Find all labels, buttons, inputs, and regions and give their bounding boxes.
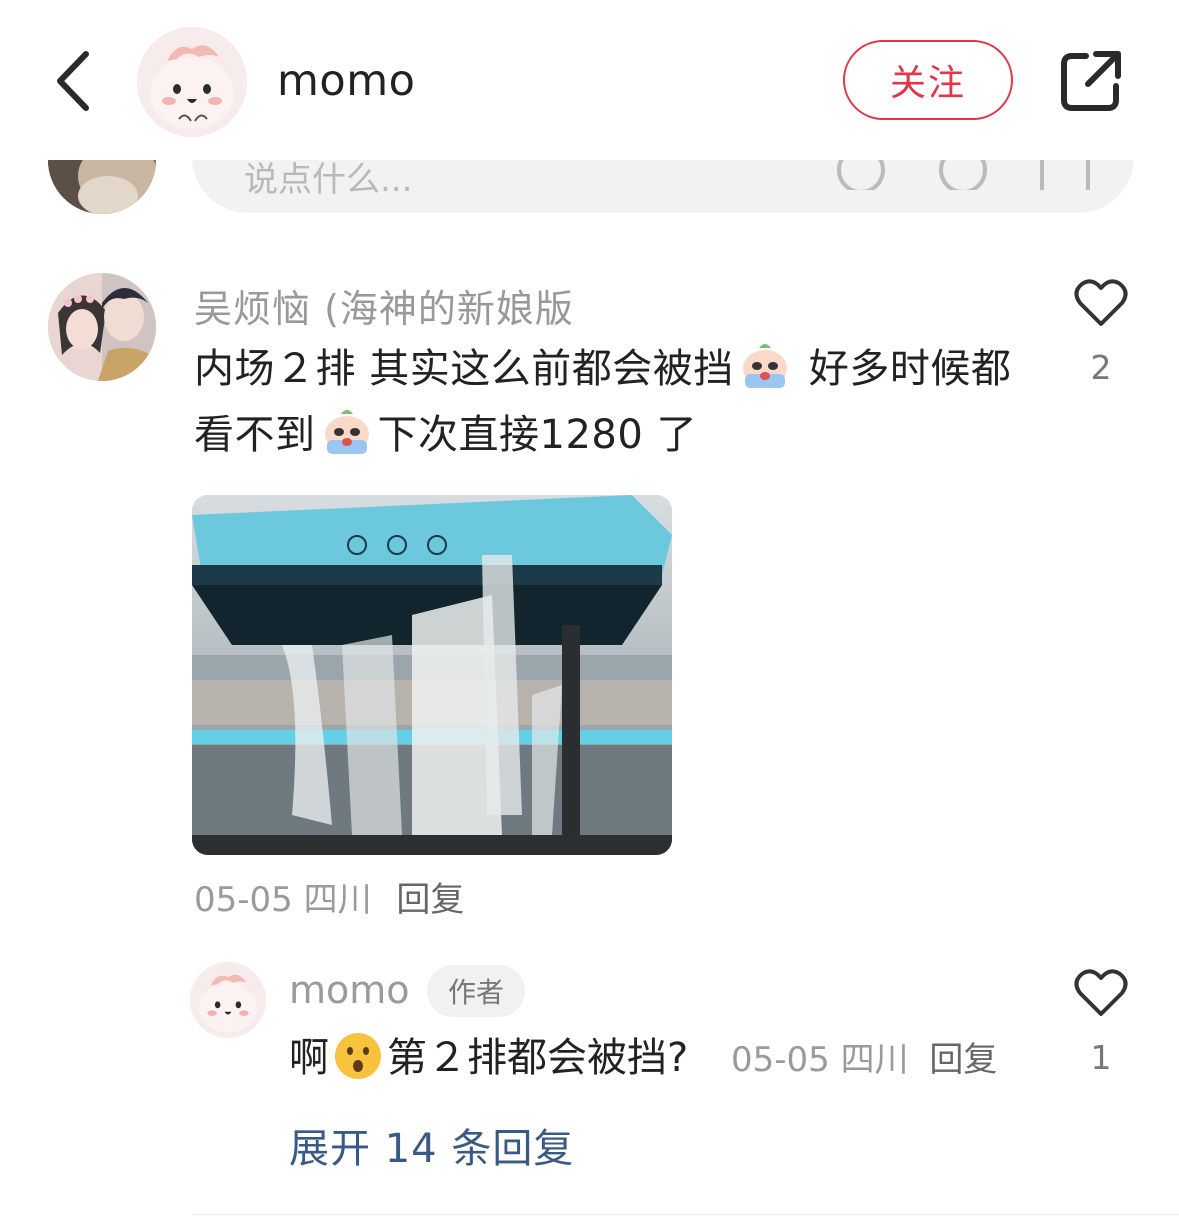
comment-text: 内场２排 其实这么前都会被挡 好多时候都看不到 下次直接1280 了	[194, 336, 1014, 468]
reply-like-button[interactable]	[1074, 968, 1128, 1018]
comment-photo[interactable]	[192, 495, 672, 855]
commenter-name[interactable]: 吴烦恼 (海神的新娘版	[194, 278, 574, 333]
author-name[interactable]: momo	[277, 56, 415, 106]
comment-date: 05-05	[194, 880, 293, 920]
chevron-left-icon	[57, 51, 89, 111]
reply-meta: 05-05 四川 回复	[731, 1040, 997, 1080]
heart-icon	[1074, 279, 1128, 326]
crying-emoji-icon	[319, 404, 375, 460]
shocked-face-emoji-icon	[333, 1031, 383, 1081]
crying-emoji-icon	[737, 338, 793, 394]
reply-text: 啊 第２排都会被挡? 05-05 四川 回复	[289, 1026, 997, 1092]
like-count: 2	[1090, 348, 1112, 387]
author-badge: 作者	[427, 965, 525, 1017]
follow-button[interactable]: 关注	[843, 40, 1013, 120]
reply-text-part: 第２排都会被挡?	[387, 1035, 689, 1081]
reply-author-name[interactable]: momo	[289, 968, 410, 1012]
comment-location: 四川	[303, 880, 372, 920]
author-avatar[interactable]	[137, 27, 247, 137]
comment-text-part: 下次直接1280 了	[377, 412, 698, 458]
reply-location: 四川	[840, 1040, 909, 1080]
divider	[192, 1214, 1179, 1215]
reply-like-count: 1	[1090, 1038, 1112, 1077]
reply-reply-button[interactable]: 回复	[929, 1040, 997, 1080]
commenter-avatar[interactable]	[48, 273, 156, 381]
comment-meta: 05-05 四川 回复	[194, 872, 464, 921]
reply-author-avatar[interactable]	[190, 962, 266, 1038]
heart-icon	[1074, 969, 1128, 1016]
reply-button[interactable]: 回复	[396, 880, 464, 920]
back-button[interactable]	[48, 46, 102, 116]
share-button[interactable]	[1058, 48, 1124, 114]
reply-text-part: 啊	[289, 1035, 329, 1081]
expand-replies-link[interactable]: 展开 14 条回复	[289, 1116, 574, 1174]
like-button[interactable]	[1074, 278, 1128, 328]
comment-text-part: 内场２排 其实这么前都会被挡	[194, 346, 734, 392]
share-icon	[1061, 51, 1121, 111]
top-bar: momo 关注	[0, 0, 1179, 160]
reply-date: 05-05	[730, 1040, 830, 1080]
